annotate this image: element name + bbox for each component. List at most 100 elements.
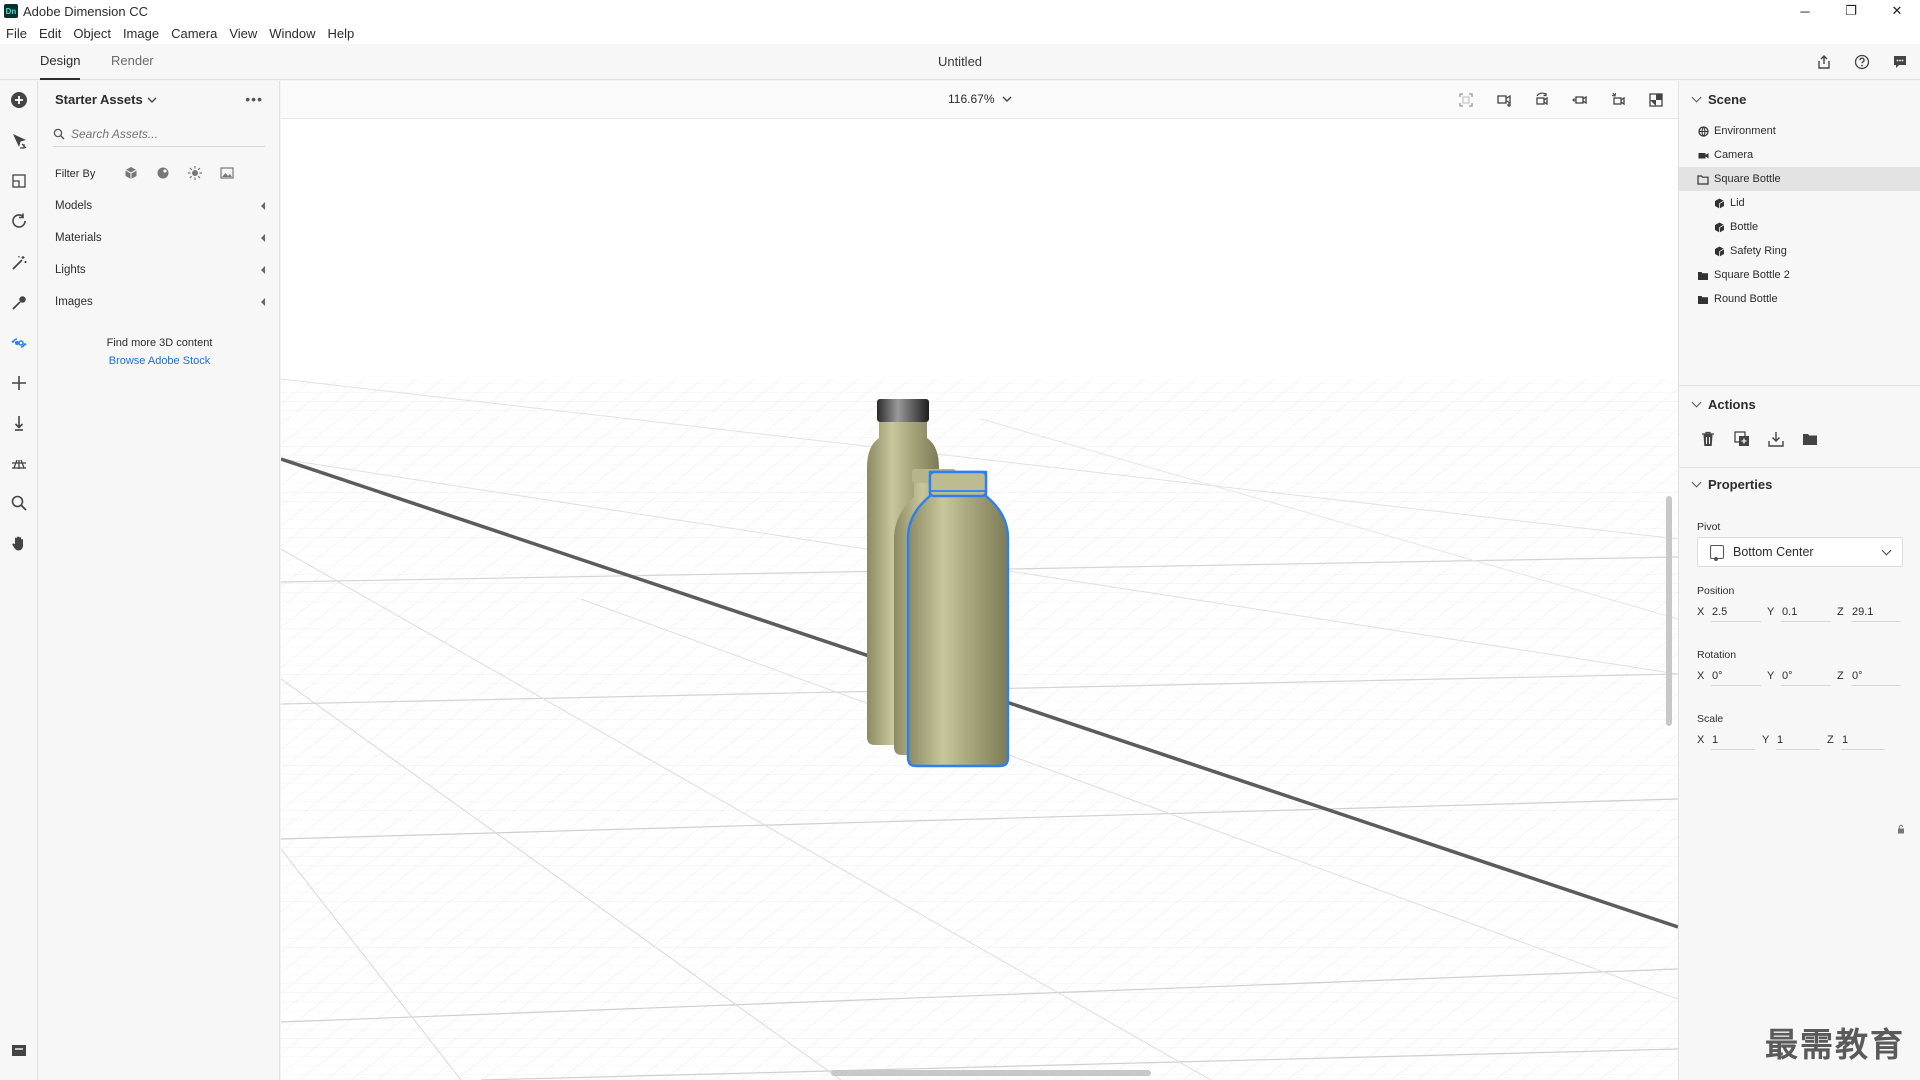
title-bar: Dn Adobe Dimension CC ─ ❐ ✕ <box>0 0 1920 22</box>
menu-object[interactable]: Object <box>67 26 117 41</box>
chevron-down-icon <box>1691 397 1702 408</box>
filter-materials-icon[interactable] <box>156 166 170 183</box>
position-x-field[interactable]: 2.5 <box>1711 602 1761 622</box>
tab-design[interactable]: Design <box>40 44 81 80</box>
camera-pan-icon[interactable] <box>1570 90 1590 110</box>
menu-camera[interactable]: Camera <box>165 26 223 41</box>
scene-item-round-bottle[interactable]: Round Bottle <box>1679 287 1920 311</box>
menu-edit[interactable]: Edit <box>33 26 67 41</box>
category-images[interactable]: Images <box>55 293 265 311</box>
folder-icon <box>1697 269 1709 281</box>
assets-library-dropdown[interactable]: Starter Assets <box>55 92 157 107</box>
menu-view[interactable]: View <box>223 26 263 41</box>
scene-section-header[interactable]: Scene <box>1691 92 1747 107</box>
properties-title: Properties <box>1708 477 1773 492</box>
caret-left-icon <box>261 234 265 242</box>
camera-frame-icon[interactable] <box>1494 90 1514 110</box>
scene-item-label: Safety Ring <box>1730 245 1787 257</box>
category-materials[interactable]: Materials <box>55 229 265 247</box>
square-bottle-model[interactable] <box>906 470 1010 768</box>
filter-models-icon[interactable] <box>124 166 138 183</box>
scale-x-field[interactable]: 1 <box>1711 730 1755 750</box>
caret-left-icon <box>261 298 265 306</box>
menu-image[interactable]: Image <box>117 26 165 41</box>
close-button[interactable]: ✕ <box>1874 0 1920 22</box>
scene-item-lid[interactable]: Lid <box>1679 191 1920 215</box>
delete-icon[interactable] <box>1699 430 1717 448</box>
sample-icon[interactable] <box>7 169 31 193</box>
scene-item-bottle[interactable]: Bottle <box>1679 215 1920 239</box>
frame-all-icon[interactable] <box>1456 90 1476 110</box>
rotation-z-field[interactable]: 0° <box>1851 666 1901 686</box>
duplicate-icon[interactable] <box>1733 430 1751 448</box>
scene-item-environment[interactable]: Environment <box>1679 119 1920 143</box>
pivot-label: Pivot <box>1697 521 1721 533</box>
share-icon[interactable] <box>1814 52 1834 72</box>
chevron-down-icon <box>1002 96 1012 102</box>
link-icon[interactable] <box>7 331 31 355</box>
drop-icon[interactable] <box>7 411 31 435</box>
layers-icon[interactable] <box>7 1038 31 1062</box>
scene-item-camera[interactable]: Camera <box>1679 143 1920 167</box>
browse-adobe-stock-link[interactable]: Browse Adobe Stock <box>39 355 280 367</box>
move-icon[interactable] <box>7 371 31 395</box>
menu-bar: File Edit Object Image Camera View Windo… <box>0 22 1920 44</box>
category-models[interactable]: Models <box>55 197 265 215</box>
vertical-scrollbar[interactable] <box>1666 496 1672 726</box>
filter-label: Filter By <box>55 168 96 180</box>
search-input[interactable] <box>71 126 251 141</box>
position-z-field[interactable]: 29.1 <box>1851 602 1901 622</box>
zoom-level: 116.67% <box>948 92 995 106</box>
category-label: Models <box>55 200 93 212</box>
minimize-button[interactable]: ─ <box>1782 0 1828 22</box>
hand-icon[interactable] <box>7 531 31 555</box>
feedback-icon[interactable] <box>1890 52 1910 72</box>
rotation-y-field[interactable]: 0° <box>1781 666 1831 686</box>
document-title: Untitled <box>937 54 983 69</box>
zoom-icon[interactable] <box>7 491 31 515</box>
chevron-down-icon <box>1691 92 1702 103</box>
asset-search <box>53 121 265 147</box>
help-icon[interactable] <box>1852 52 1872 72</box>
zoom-dropdown[interactable]: 116.67% <box>948 92 1012 106</box>
menu-window[interactable]: Window <box>263 26 321 41</box>
filter-images-icon[interactable] <box>220 166 234 183</box>
more-options-icon[interactable]: ••• <box>245 91 263 107</box>
horizon-icon[interactable] <box>7 451 31 475</box>
menu-help[interactable]: Help <box>322 26 361 41</box>
category-lights[interactable]: Lights <box>55 261 265 279</box>
select-icon[interactable] <box>7 129 31 153</box>
scale-z-field[interactable]: 1 <box>1841 730 1885 750</box>
filter-lights-icon[interactable] <box>188 165 203 183</box>
scale-y-field[interactable]: 1 <box>1776 730 1820 750</box>
properties-section-header[interactable]: Properties <box>1691 477 1773 492</box>
lock-icon[interactable] <box>1896 821 1906 834</box>
magic-wand-icon[interactable] <box>7 251 31 275</box>
canvas-viewport[interactable]: 116.67% <box>281 81 1678 1080</box>
scene-item-square-bottle[interactable]: Square Bottle <box>1679 167 1920 191</box>
rotation-x-field[interactable]: 0° <box>1711 666 1761 686</box>
filter-row: Filter By <box>55 165 265 183</box>
restore-button[interactable]: ❐ <box>1828 0 1874 22</box>
camera-orbit-icon[interactable] <box>1532 90 1552 110</box>
render-preview-icon[interactable] <box>1646 90 1666 110</box>
horizontal-scrollbar[interactable] <box>831 1070 1151 1076</box>
orbit-icon[interactable] <box>7 209 31 233</box>
download-icon[interactable] <box>1767 430 1785 448</box>
scene-item-label: Square Bottle 2 <box>1714 269 1790 281</box>
tab-render[interactable]: Render <box>111 44 154 80</box>
position-y-field[interactable]: 0.1 <box>1781 602 1831 622</box>
menu-file[interactable]: File <box>0 26 33 41</box>
scene-canvas[interactable] <box>281 119 1678 1080</box>
scene-title: Scene <box>1708 92 1747 107</box>
pivot-dropdown[interactable]: Bottom Center <box>1697 537 1903 567</box>
eyedropper-icon[interactable] <box>7 291 31 315</box>
divider <box>1679 467 1920 468</box>
camera-dolly-icon[interactable] <box>1608 90 1628 110</box>
actions-section-header[interactable]: Actions <box>1691 397 1756 412</box>
add-icon[interactable] <box>7 88 31 112</box>
scene-item-square-bottle-2[interactable]: Square Bottle 2 <box>1679 263 1920 287</box>
group-icon[interactable] <box>1801 430 1819 448</box>
app-title: Adobe Dimension CC <box>23 3 149 19</box>
scene-item-safety-ring[interactable]: Safety Ring <box>1679 239 1920 263</box>
